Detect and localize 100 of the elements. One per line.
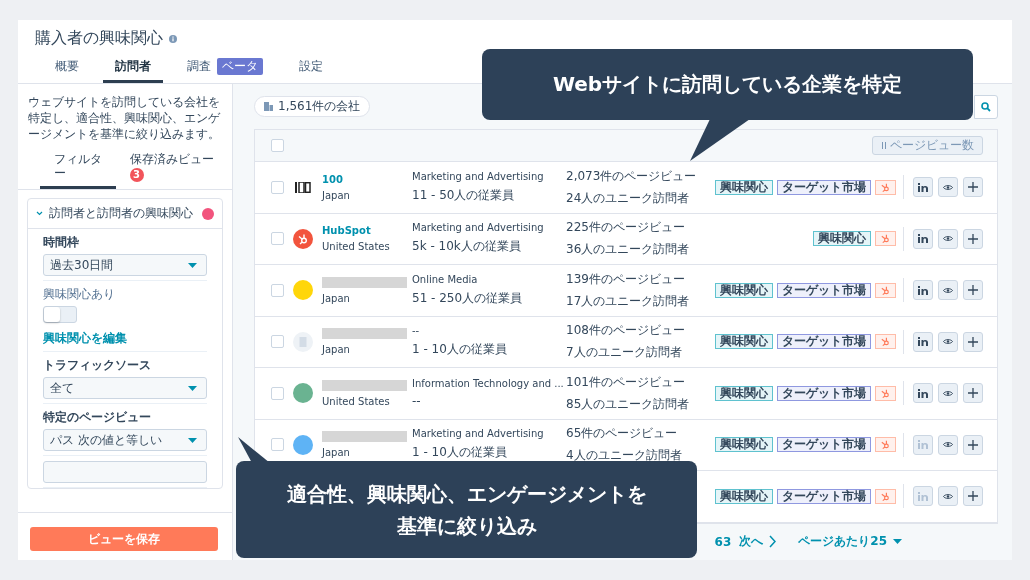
- tab-label: 保存済みビュー: [129, 152, 214, 166]
- preview-button[interactable]: [938, 177, 958, 198]
- callout-tail: [688, 119, 750, 161]
- caret-icon: [188, 262, 197, 268]
- field-label: トラフィックソース: [43, 357, 152, 374]
- select-field[interactable]: 全て: [43, 377, 207, 399]
- interest-tag: 興味関心: [715, 282, 773, 298]
- search-button[interactable]: [974, 94, 998, 119]
- preview-button[interactable]: [938, 486, 958, 507]
- interest-tag: 興味関心: [715, 334, 773, 350]
- nav-tab[interactable]: 概要: [43, 56, 91, 83]
- sidebar-tab[interactable]: フィルター: [40, 150, 116, 189]
- add-button[interactable]: [963, 331, 983, 352]
- nav-tab[interactable]: 設定: [287, 56, 335, 83]
- company-size: 11 - 50人の従業員: [412, 186, 516, 204]
- nav-tab[interactable]: 調査 ベータ: [175, 56, 275, 83]
- add-button[interactable]: [963, 486, 983, 507]
- sprocket-icon: [880, 490, 891, 502]
- target-market-tag: ターゲット市場: [777, 334, 871, 350]
- company-size: --: [412, 394, 422, 409]
- company-name[interactable]: HubSpot: [322, 225, 412, 237]
- eye-icon: [943, 441, 953, 449]
- page-views: 139件のページビュー: [566, 270, 686, 288]
- linkedin-button[interactable]: [913, 331, 933, 352]
- eye-icon: [943, 286, 953, 294]
- beta-badge: ベータ: [217, 58, 263, 75]
- linkedin-icon: [918, 388, 928, 398]
- sidebar-tab[interactable]: 保存済みビュー 3: [115, 150, 224, 189]
- target-market-tag: ターゲット市場: [777, 282, 871, 298]
- sprocket-icon: [880, 387, 891, 399]
- row-checkbox[interactable]: [271, 438, 284, 452]
- preview-button[interactable]: [938, 331, 958, 352]
- input-field[interactable]: [43, 461, 207, 483]
- next-page-link[interactable]: 次へ: [739, 533, 777, 551]
- page-views: 65件のページビュー: [566, 425, 679, 443]
- sprocket-icon: [880, 336, 891, 348]
- linkedin-icon: [918, 234, 928, 244]
- select-field[interactable]: 過去30日間: [43, 254, 207, 276]
- company-country: Japan: [322, 447, 351, 459]
- info-icon: [169, 34, 177, 43]
- preview-button[interactable]: [938, 228, 958, 249]
- row-checkbox[interactable]: [271, 283, 284, 297]
- nav-tab[interactable]: 訪問者: [103, 56, 163, 83]
- tab-label: フィルター: [54, 152, 103, 180]
- company-size: 1 - 10人の従業員: [412, 444, 508, 462]
- linkedin-button[interactable]: [913, 383, 933, 404]
- filter-group-header[interactable]: 訪問者と訪問者の興味関心: [28, 199, 222, 229]
- count-badge: 3: [129, 168, 144, 182]
- page-views: 108件のページビュー: [566, 322, 686, 340]
- preview-button[interactable]: [938, 280, 958, 301]
- row-checkbox[interactable]: [271, 232, 284, 246]
- target-market-tag: ターゲット市場: [777, 179, 871, 195]
- eye-icon: [943, 492, 953, 500]
- add-button[interactable]: [963, 280, 983, 301]
- search-icon: [981, 101, 991, 112]
- preview-button[interactable]: [938, 434, 958, 455]
- edit-link[interactable]: 興味関心を編集: [43, 330, 207, 347]
- linkedin-button[interactable]: [913, 228, 933, 249]
- toggle-switch[interactable]: [43, 306, 77, 323]
- company-country: United States: [322, 395, 391, 407]
- eye-icon: [943, 338, 953, 346]
- linkedin-icon: [918, 285, 928, 295]
- sprocket-icon: [880, 439, 891, 451]
- per-page-select[interactable]: ページあたり25: [798, 533, 902, 551]
- field-label: 特定のページビュー: [43, 409, 152, 426]
- company-industry: --: [412, 325, 421, 337]
- add-button[interactable]: [963, 228, 983, 249]
- add-button[interactable]: [963, 434, 983, 455]
- row-checkbox[interactable]: [271, 335, 284, 349]
- add-button[interactable]: [963, 383, 983, 404]
- unique-visitors: 85人のユニーク訪問者: [566, 395, 691, 413]
- row-checkbox[interactable]: [271, 386, 284, 400]
- building-icon: [293, 331, 313, 352]
- select-field[interactable]: パス 次の値と等しい: [43, 429, 207, 451]
- unique-visitors: 17人のユニーク訪問者: [566, 292, 691, 310]
- page-views: 2,073件のページビュー: [566, 167, 698, 185]
- company-size: 1 - 10人の従業員: [412, 341, 508, 359]
- company-count: 1,561件の会社: [254, 96, 371, 117]
- chevron-right-icon: [769, 535, 777, 549]
- sort-icon: [881, 142, 887, 149]
- company-country: Japan: [322, 189, 351, 201]
- logo-icon: [295, 181, 311, 193]
- field-label: 時間枠: [43, 234, 80, 251]
- add-button[interactable]: [963, 177, 983, 198]
- caret-icon: [188, 385, 197, 391]
- building-icon: [264, 102, 273, 111]
- interest-tag: 興味関心: [715, 488, 773, 504]
- linkedin-button[interactable]: [913, 177, 933, 198]
- plus-icon: [968, 182, 978, 193]
- plus-icon: [968, 439, 978, 450]
- preview-button[interactable]: [938, 383, 958, 404]
- row-checkbox[interactable]: [271, 180, 284, 194]
- eye-icon: [943, 389, 953, 397]
- linkedin-icon: [918, 491, 928, 501]
- linkedin-button[interactable]: [913, 280, 933, 301]
- plus-icon: [968, 336, 978, 347]
- company-name[interactable]: 100: [322, 173, 412, 185]
- plus-icon: [968, 388, 978, 399]
- linkedin-icon: [918, 337, 928, 347]
- select-all-checkbox[interactable]: [271, 139, 284, 152]
